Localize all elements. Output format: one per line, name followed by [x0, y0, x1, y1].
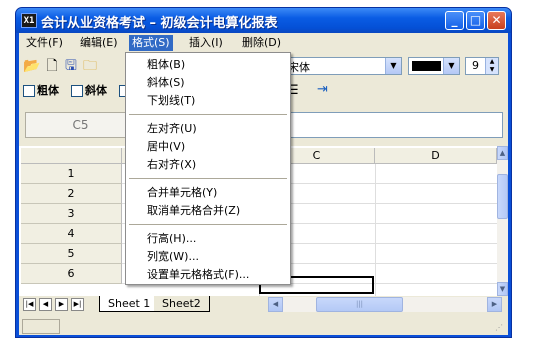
menu-item-cell-format[interactable]: 设置单元格格式(F)... — [127, 266, 289, 283]
menu-item-underline[interactable]: 下划线(T) — [127, 92, 289, 109]
row-header-1[interactable]: 1 — [21, 164, 122, 184]
chevron-down-icon[interactable]: ▼ — [385, 58, 401, 74]
new-file-icon[interactable]: 🗋 — [43, 57, 61, 75]
spin-arrows-icon[interactable]: ▲ ▼ — [485, 58, 498, 74]
folder-icon[interactable]: 🗀 — [81, 57, 99, 75]
chevron-down-icon[interactable]: ▼ — [443, 58, 459, 74]
maximize-button[interactable]: □ — [466, 11, 485, 30]
format-dropdown-menu: 粗体(B) 斜体(S) 下划线(T) 左对齐(U) 居中(V) 右对齐(X) 合… — [125, 52, 291, 285]
vertical-scrollbar[interactable]: ▲ ▼ — [497, 146, 508, 296]
menu-separator — [129, 224, 287, 225]
prev-sheet-icon[interactable]: ◀ — [39, 298, 52, 311]
scroll-right-icon[interactable]: ▶ — [487, 297, 502, 312]
title-bar[interactable]: X1 会计从业资格考试 – 初级会计电算化报表 _ □ ✕ — [16, 8, 511, 33]
minimize-button[interactable]: _ — [445, 11, 464, 30]
row-header-3[interactable]: 3 — [21, 204, 122, 224]
corner-header[interactable] — [21, 148, 122, 164]
horizontal-scrollbar[interactable]: ◀ ||| ▶ — [268, 297, 502, 312]
grid-line — [375, 164, 376, 296]
font-size-stepper[interactable]: 9 ▲ ▼ — [465, 57, 499, 75]
sheet-tab-2[interactable]: Sheet2 — [154, 296, 210, 312]
italic-checkbox[interactable] — [71, 85, 83, 97]
menu-file[interactable]: 文件(F) — [23, 35, 66, 51]
last-sheet-icon[interactable]: ▶| — [71, 298, 84, 311]
status-panel — [22, 319, 60, 334]
menu-item-align-center[interactable]: 居中(V) — [127, 138, 289, 155]
font-size-value: 9 — [472, 59, 479, 72]
menu-separator — [129, 178, 287, 179]
row-header-5[interactable]: 5 — [21, 244, 122, 264]
app-icon: X1 — [21, 13, 37, 28]
resize-grip-icon[interactable]: ⋰ — [495, 323, 505, 333]
sheet-tabs-bar: |◀ ◀ ▶ ▶| Sheet 1 Sheet2 ◀ ||| ▶ — [19, 296, 508, 314]
menu-delete[interactable]: 删除(D) — [239, 35, 284, 51]
save-icon[interactable]: 🖫 — [62, 57, 80, 75]
menu-bar: 文件(F) 编辑(E) 格式(S) 插入(I) 删除(D) — [19, 33, 508, 52]
font-color-select[interactable]: ▼ — [408, 57, 460, 75]
menu-separator — [129, 114, 287, 115]
close-button[interactable]: ✕ — [487, 11, 506, 30]
scroll-down-icon[interactable]: ▼ — [497, 282, 508, 296]
menu-item-unmerge-cells[interactable]: 取消单元格合并(Z) — [127, 202, 289, 219]
menu-edit[interactable]: 编辑(E) — [77, 35, 121, 51]
window-title: 会计从业资格考试 – 初级会计电算化报表 — [41, 16, 278, 31]
row-header-2[interactable]: 2 — [21, 184, 122, 204]
first-sheet-icon[interactable]: |◀ — [23, 298, 36, 311]
font-name-select[interactable]: 宋体 ▼ — [281, 57, 402, 75]
bold-label: 粗体 — [37, 84, 59, 97]
menu-item-column-width[interactable]: 列宽(W)... — [127, 248, 289, 265]
row-header-4[interactable]: 4 — [21, 224, 122, 244]
menu-item-merge-cells[interactable]: 合并单元格(Y) — [127, 184, 289, 201]
menu-insert[interactable]: 插入(I) — [186, 35, 226, 51]
menu-item-align-left[interactable]: 左对齐(U) — [127, 120, 289, 137]
italic-label: 斜体 — [85, 84, 107, 97]
next-sheet-icon[interactable]: ▶ — [55, 298, 68, 311]
name-box[interactable]: C5 — [25, 112, 136, 138]
scrollbar-thumb[interactable]: ||| — [316, 297, 403, 312]
scroll-left-icon[interactable]: ◀ — [268, 297, 283, 312]
scrollbar-thumb[interactable] — [497, 174, 508, 219]
menu-item-bold[interactable]: 粗体(B) — [127, 56, 289, 73]
exit-icon[interactable]: ⇥ — [317, 82, 328, 97]
bold-checkbox[interactable] — [23, 85, 35, 97]
menu-format[interactable]: 格式(S) — [129, 35, 173, 51]
font-name-value: 宋体 — [288, 61, 310, 74]
row-header-6[interactable]: 6 — [21, 264, 122, 284]
open-folder-icon[interactable]: 📂 — [23, 57, 41, 75]
column-header-d[interactable]: D — [375, 148, 497, 164]
scroll-up-icon[interactable]: ▲ — [497, 146, 508, 160]
menu-item-align-right[interactable]: 右对齐(X) — [127, 156, 289, 173]
menu-item-italic[interactable]: 斜体(S) — [127, 74, 289, 91]
sheet-tab-1[interactable]: Sheet 1 — [99, 296, 160, 312]
menu-item-row-height[interactable]: 行高(H)... — [127, 230, 289, 247]
status-bar: ⋰ — [19, 315, 508, 335]
color-swatch — [412, 61, 441, 71]
